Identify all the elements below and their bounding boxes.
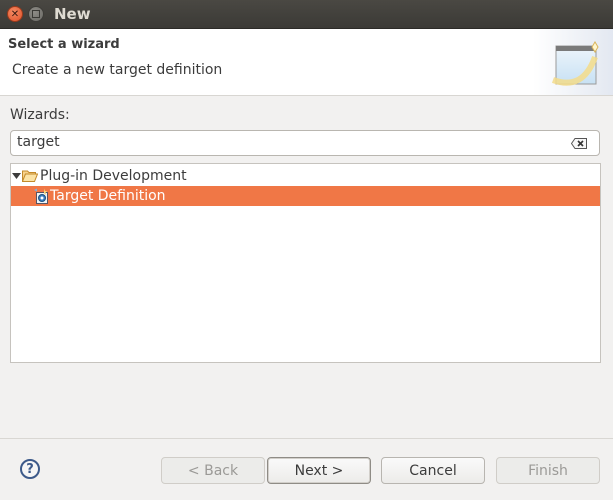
wizard-header: Select a wizard Create a new target defi… xyxy=(0,29,613,96)
tree-item-label: Plug-in Development xyxy=(40,168,187,184)
tree-item-label: Target Definition xyxy=(50,188,166,204)
clear-filter-icon[interactable] xyxy=(571,138,587,149)
wizards-label: Wizards: xyxy=(10,107,70,123)
wizard-filter-input[interactable] xyxy=(17,134,557,150)
new-wizard-banner-icon xyxy=(533,29,613,95)
wizard-tree[interactable]: Plug-in Development Target Definition xyxy=(10,163,601,363)
footer-separator xyxy=(0,438,613,439)
expand-arrow-icon[interactable] xyxy=(12,173,22,179)
title-bar: ✕ New xyxy=(0,0,613,29)
folder-open-icon xyxy=(22,170,38,182)
tree-item-plugin-development[interactable]: Plug-in Development xyxy=(11,166,600,186)
maximize-icon[interactable] xyxy=(28,6,44,22)
wizard-filter-field xyxy=(10,130,600,156)
back-button[interactable]: < Back xyxy=(161,457,265,484)
page-description: Create a new target definition xyxy=(12,62,223,78)
tree-item-target-definition[interactable]: Target Definition xyxy=(11,186,600,206)
target-definition-icon xyxy=(34,188,48,204)
close-icon[interactable]: ✕ xyxy=(7,6,23,22)
next-button[interactable]: Next > xyxy=(267,457,371,484)
help-icon: ? xyxy=(26,461,34,477)
page-title: Select a wizard xyxy=(8,37,120,52)
window-title: New xyxy=(54,5,91,23)
finish-button[interactable]: Finish xyxy=(496,457,600,484)
cancel-button[interactable]: Cancel xyxy=(381,457,485,484)
help-button[interactable]: ? xyxy=(20,459,40,479)
